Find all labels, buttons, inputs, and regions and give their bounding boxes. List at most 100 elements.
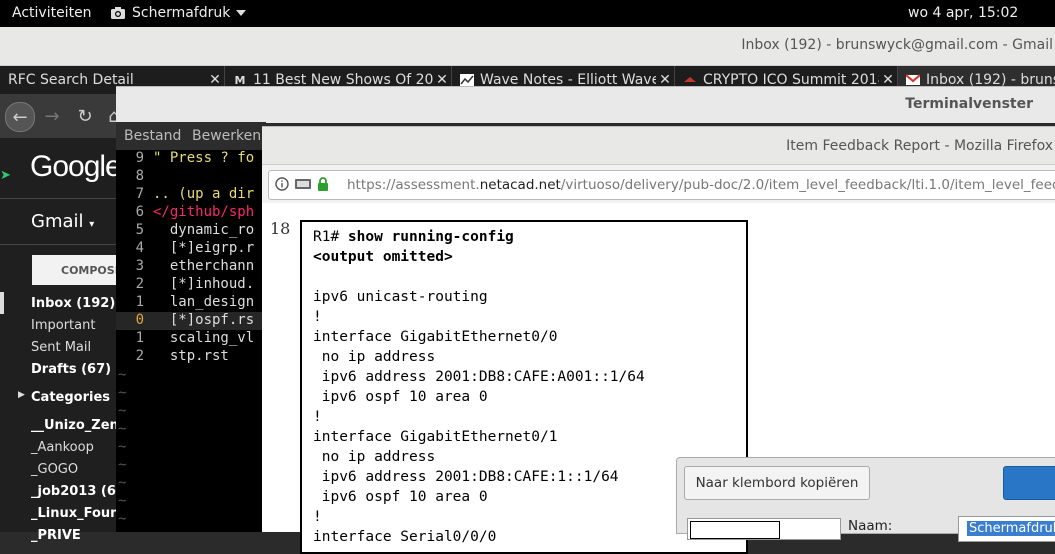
line-number: 6 (135, 204, 144, 220)
sidebar-item-inbox[interactable]: Inbox (192) (31, 296, 115, 311)
code-line: ipv6 address 2001:DB8:CAFE:1::1/64 (313, 469, 619, 485)
lock-icon[interactable] (317, 177, 329, 191)
line-number: 1 (135, 294, 144, 310)
code-line: ipv6 address 2001:DB8:CAFE:A001::1/64 (313, 369, 645, 385)
camera-icon (111, 7, 125, 19)
sidebar-item-label[interactable]: __Unizo_Zenit (31, 418, 129, 433)
gnome-top-bar: Activiteiten Schermafdruk wo 4 apr, 15:0… (0, 0, 1055, 27)
line-text: .. (up a dir (153, 186, 255, 202)
arrow-right-icon: → (44, 105, 60, 127)
code-line: interface GigabitEthernet0/1 (313, 429, 558, 445)
code-line: ! (313, 409, 322, 425)
activities-button[interactable]: Activiteiten (12, 5, 92, 21)
code-line: ! (313, 509, 322, 525)
line-number: 4 (135, 240, 144, 256)
line-text: lan_design (153, 294, 255, 310)
empty-line-markers: ~ ~ ~ ~ ~ ~ ~ ~ ~ (118, 367, 127, 527)
sidebar-item-label[interactable]: _job2013 (6) (31, 484, 122, 499)
sidebar-item-categories[interactable]: Categories (31, 390, 110, 405)
code-line: interface Serial0/0/0 (313, 529, 497, 545)
code-bold: <output omitted> (313, 249, 453, 265)
url-domain: netacad.net (479, 177, 561, 193)
code-bold: show running-config (347, 229, 514, 245)
feedback-titlebar: Item Feedback Report - Mozilla Firefox (262, 126, 1055, 165)
code-line: ipv6 ospf 10 area 0 (313, 489, 488, 505)
code-text: R1# (313, 229, 348, 245)
terminal-content[interactable]: 9 " Press ? fo 8 7 .. (up a dir 6 </github/… (116, 150, 266, 532)
sidebar-item-sent[interactable]: Sent Mail (31, 340, 91, 355)
app-menu[interactable]: Schermafdruk (110, 5, 247, 21)
sidebar-item-label[interactable]: _Aankoop (31, 440, 94, 455)
sidebar-item-label[interactable]: _GOGO (31, 462, 78, 477)
line-number: 0 (135, 312, 144, 328)
copy-to-clipboard-button[interactable]: Naar klembord kopiëren (684, 466, 870, 500)
terminal-line-current: 0 [*]ospf.rs (116, 312, 266, 330)
line-number: 2 (135, 348, 144, 364)
firefox-titlebar: Inbox (192) - brunswyck@gmail.com - Gmai… (0, 27, 1055, 66)
line-number: 2 (135, 276, 144, 292)
terminal-menubar: Bestand Bewerken (116, 122, 266, 150)
sidebar-item-drafts[interactable]: Drafts (67) (31, 362, 111, 377)
line-text: [*]ospf.rs (153, 312, 255, 328)
google-logo: Google (30, 150, 122, 183)
sidebar-item-important[interactable]: Important (31, 318, 95, 333)
code-line: ipv6 ospf 10 area 0 (313, 389, 488, 405)
arrow-left-icon: ← (12, 106, 28, 128)
gmail-menu[interactable]: Gmail ▾ (31, 211, 94, 232)
code-line: interface GigabitEthernet0/0 (313, 329, 558, 345)
feedback-window-title: Item Feedback Report - Mozilla Firefox (786, 138, 1053, 154)
code-line: no ip address (313, 349, 436, 365)
terminal-line: 1 scaling_vl (116, 330, 255, 348)
url-bar: https://assessment.netacad.net/virtuoso/… (262, 164, 1055, 204)
code-line: ! (313, 309, 322, 325)
menu-bewerken[interactable]: Bewerken (192, 128, 261, 144)
url-input[interactable]: https://assessment.netacad.net/virtuoso/… (268, 170, 1055, 200)
navigation-toolbar: ← → ↻ ⌂ (0, 94, 120, 138)
reload-button[interactable]: ↻ (71, 102, 99, 130)
line-number: 7 (135, 186, 144, 202)
popup-blocked-icon[interactable] (295, 178, 311, 190)
line-number: 8 (135, 168, 144, 184)
filename-input[interactable]: Schermafdruk van 2018-04-04 (958, 516, 1055, 542)
terminal-window-title: Terminalvenster (905, 96, 1033, 112)
line-text: dynamic_ro (153, 222, 255, 238)
code-line: R1# show running-config (313, 229, 514, 245)
code-line: ipv6 unicast-routing (313, 289, 488, 305)
url-suffix: /virtuoso/delivery/pub-doc/2.0/item_leve… (560, 177, 1055, 193)
app-menu-label: Schermafdruk (132, 5, 231, 21)
terminal-line: 3 etherchann (116, 258, 255, 276)
arrow-indicator-icon: ➤ (0, 168, 11, 183)
screenshot-dialog: Naar klembord kopiëren Naam: Schermafdru… (676, 457, 1055, 542)
line-number: 9 (135, 150, 144, 166)
save-button[interactable] (1003, 466, 1055, 500)
expand-arrow-icon[interactable]: ▶ (18, 390, 25, 400)
info-icon[interactable] (275, 177, 289, 191)
line-number: 3 (135, 258, 144, 274)
back-button[interactable]: ← (5, 102, 35, 132)
thumbnail-preview (690, 521, 780, 539)
forward-button[interactable]: → (38, 102, 66, 130)
question-number: 18 (270, 219, 291, 238)
line-text: </github/sph (153, 204, 255, 220)
line-text: etherchann (153, 258, 255, 274)
selected-marker (0, 292, 4, 314)
url-prefix: https://assessment. (347, 177, 480, 193)
filename-value: Schermafdruk van 2018-04-04 (967, 521, 1055, 536)
clock[interactable]: wo 4 apr, 15:02 (908, 5, 1018, 21)
terminal-line: 1 lan_design (116, 294, 255, 312)
line-text: [*]inhoud. (153, 276, 255, 292)
terminal-line: 2 stp.rst (116, 348, 229, 366)
code-line: no ip address (313, 449, 436, 465)
firefox-window-title: Inbox (192) - brunswyck@gmail.com - Gmai… (741, 37, 1053, 53)
chevron-down-icon (236, 10, 247, 16)
caret-down-icon: ▾ (89, 219, 95, 230)
divider (0, 198, 120, 199)
line-number: 1 (135, 330, 144, 346)
line-text: scaling_vl (153, 330, 255, 346)
sidebar-item-label[interactable]: _PRIVE (31, 528, 81, 543)
line-number: 5 (135, 222, 144, 238)
terminal-line: 9 " Press ? fo (116, 150, 255, 168)
menu-bestand[interactable]: Bestand (124, 128, 181, 144)
line-text: [*]eigrp.r (153, 240, 255, 256)
terminal-line: 2 [*]inhoud. (116, 276, 255, 294)
